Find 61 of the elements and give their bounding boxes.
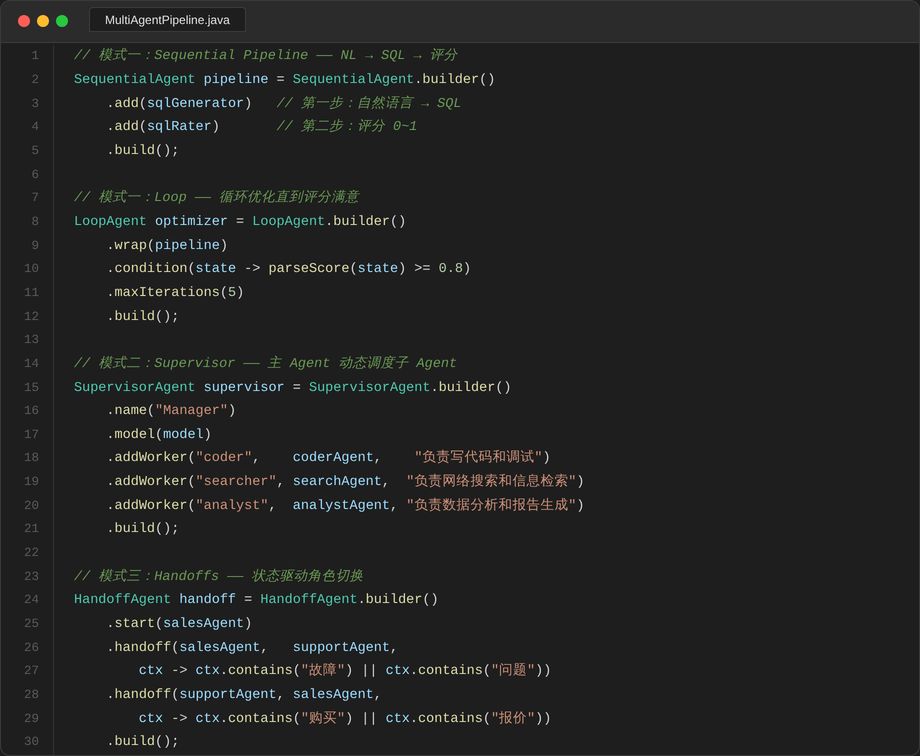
code-line: .maxIterations(5) xyxy=(105,286,244,301)
line-number: 6 xyxy=(30,166,40,184)
code-line: .build(); xyxy=(105,522,180,538)
code-line: .wrap(pipeline) xyxy=(105,238,228,254)
code-line: .build(); xyxy=(105,310,180,325)
maximize-icon[interactable] xyxy=(56,14,68,27)
code-line: .addWorker("coder", coderAgent, "负责写代码和调试") xyxy=(105,451,551,466)
line-number: 27 xyxy=(22,663,40,680)
code-line: // 模式一：Loop —— 循环优化直到评分满意 xyxy=(74,191,360,206)
code-line: .addWorker("analyst", analystAgent, "负责数据分析和报告生成") xyxy=(105,498,585,514)
line-number: 23 xyxy=(22,568,40,586)
code-line: .addWorker("searcher", searchAgent, "负责网络搜索和信息检索") xyxy=(105,475,585,490)
line-number: 7 xyxy=(30,190,40,208)
code-line: ctx -> ctx.contains("购买") || ctx.contains("报价")) xyxy=(138,712,552,727)
line-number: 11 xyxy=(22,284,40,302)
code-line: .handoff(supportAgent, salesAgent, xyxy=(105,688,382,704)
code-line: HandoffAgent handoff = HandoffAgent.builder() xyxy=(74,593,439,608)
line-number: 12 xyxy=(22,308,40,326)
line-number: 19 xyxy=(22,474,40,492)
line-number: 3 xyxy=(30,96,40,113)
line-number: 22 xyxy=(22,545,40,562)
code-line: SequentialAgent pipeline = SequentialAgent.builder() xyxy=(74,72,496,88)
line-number: 8 xyxy=(30,214,40,231)
line-number: 14 xyxy=(22,356,40,373)
file-tab[interactable]: MultiAgentPipeline.java xyxy=(89,7,246,32)
line-number: 9 xyxy=(30,238,40,255)
line-number: 26 xyxy=(22,640,40,657)
code-line: .add(sqlGenerator) // 第一步：自然语言 → SQL xyxy=(105,96,462,112)
line-number: 25 xyxy=(22,616,40,634)
line-number: 10 xyxy=(22,261,40,278)
code-line: // 模式一：Sequential Pipeline —— NL → SQL → 评分 xyxy=(74,49,458,64)
line-number: 28 xyxy=(22,687,40,704)
code-line: .handoff(salesAgent, supportAgent, xyxy=(105,640,398,656)
code-line: LoopAgent optimizer = LoopAgent.builder() xyxy=(74,214,406,230)
line-number: 18 xyxy=(22,450,40,468)
line-number: 15 xyxy=(22,380,40,396)
code-line: .start(salesAgent) xyxy=(105,617,252,632)
minimize-icon[interactable] xyxy=(37,14,49,27)
line-number: 29 xyxy=(22,710,40,728)
code-line: .condition(state -> parseScore(state) >= 0.8) xyxy=(105,262,472,278)
code-line: ctx -> ctx.contains("故障") || ctx.contains("问题")) xyxy=(138,664,552,680)
line-number: 1 xyxy=(30,48,40,66)
line-number: 2 xyxy=(30,72,40,89)
code-line: .model(model) xyxy=(105,428,212,443)
line-number: 16 xyxy=(22,403,40,420)
line-number: 4 xyxy=(30,119,40,136)
code-line: SupervisorAgent supervisor = SupervisorAgent.builder() xyxy=(74,380,512,396)
line-number: 13 xyxy=(22,332,40,350)
code-line: // 模式二：Supervisor —— 主 Agent 动态调度子 Agent xyxy=(74,356,458,372)
line-number: 20 xyxy=(22,498,40,515)
line-number: 30 xyxy=(22,734,40,752)
code-line: .name("Manager") xyxy=(105,404,236,420)
line-number: 5 xyxy=(30,142,40,160)
code-line: .build(); xyxy=(105,144,180,159)
code-line: // 模式三：Handoffs —— 状态驱动角色切换 xyxy=(74,570,364,585)
line-number: 17 xyxy=(22,426,40,444)
code-line: .add(sqlRater) // 第二步：评分 0~1 xyxy=(105,120,418,136)
line-number: 21 xyxy=(22,521,40,538)
code-line: .build(); xyxy=(105,735,180,750)
line-number: 24 xyxy=(22,592,40,610)
close-icon[interactable] xyxy=(18,14,30,27)
